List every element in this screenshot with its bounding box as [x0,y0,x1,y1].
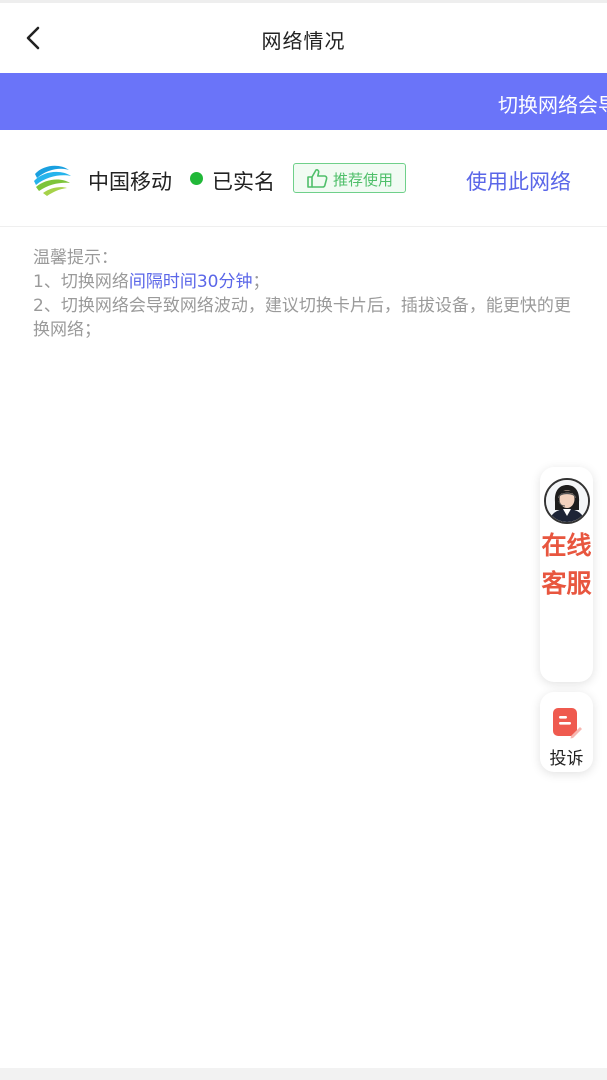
tips-section: 温馨提示： 1、切换网络间隔时间30分钟； 2、切换网络会导致网络波动，建议切换… [33,246,578,342]
tips-line-1-suffix: ； [252,272,270,292]
tips-line-1-highlight: 间隔时间30分钟 [128,272,253,292]
online-service-button[interactable]: 在线客服 [540,467,593,682]
verified-status-dot [190,172,203,185]
nav-header: 网络情况 [0,3,607,73]
thumbs-up-icon [307,169,328,188]
china-mobile-logo [33,159,71,197]
notice-banner: 切换网络会导致网络波动，建议切换卡片后，插拔设备，能更快的更换网络 [0,73,607,130]
recommend-badge: 推荐使用 [293,163,406,193]
complaint-button[interactable]: 投诉 [540,692,593,772]
online-service-label: 在线客服 [541,531,592,598]
bottom-edge [0,1068,607,1080]
tips-title: 温馨提示： [33,248,118,268]
tips-line-1: 1、切换网络间隔时间30分钟； [33,270,578,294]
tips-line-2: 2、切换网络会导致网络波动，建议切换卡片后，插拔设备，能更快的更换网络； [33,296,571,340]
network-card: 中国移动 已实名 推荐使用 使用此网络 [0,130,607,227]
page-title: 网络情况 [261,29,346,53]
verified-status-text: 已实名 [212,170,275,194]
operator-name: 中国移动 [88,170,172,194]
agent-avatar-icon [544,478,590,524]
banner-marquee-text: 切换网络会导致网络波动，建议切换卡片后，插拔设备，能更快的更换网络 [498,93,607,117]
network-status-page: 网络情况 切换网络会导致网络波动，建议切换卡片后，插拔设备，能更快的更换网络 中… [0,0,607,1080]
use-this-network-button[interactable]: 使用此网络 [466,166,571,196]
recommend-badge-label: 推荐使用 [333,171,394,189]
complaint-label: 投诉 [549,749,584,769]
tips-line-1-prefix: 1、切换网络 [33,272,129,292]
complaint-note-icon [553,708,582,739]
